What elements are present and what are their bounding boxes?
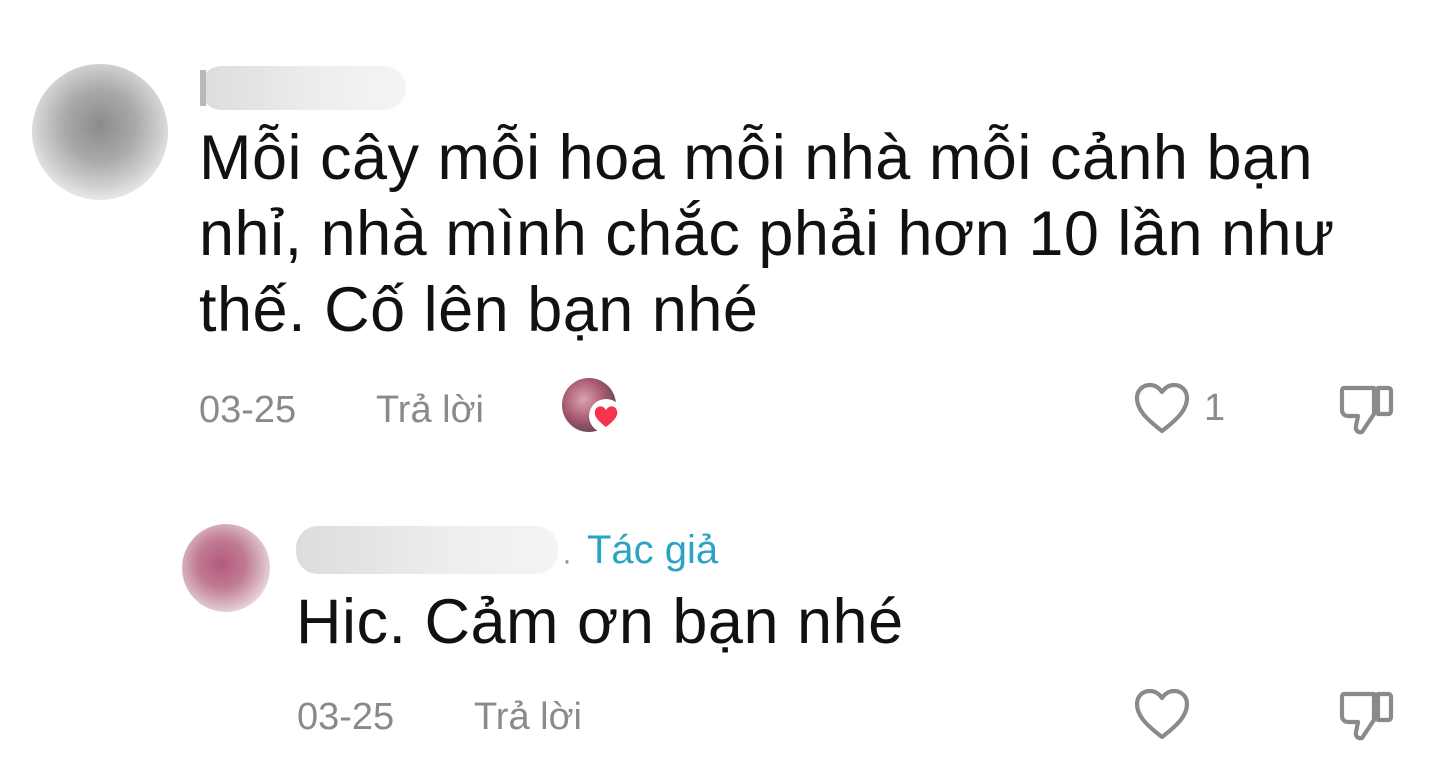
comment-date: 03-25	[199, 389, 297, 431]
comment-text: Hic. Cảm ơn bạn nhé	[296, 587, 904, 657]
thumbs-down-icon[interactable]	[1338, 380, 1394, 438]
blurred-username[interactable]	[296, 526, 558, 574]
comment-date: 03-25	[297, 696, 395, 738]
avatar[interactable]	[32, 64, 168, 200]
avatar[interactable]	[182, 524, 270, 612]
reply-button[interactable]: Trả lời	[474, 695, 582, 739]
blurred-username[interactable]	[200, 66, 406, 110]
heart-outline-icon[interactable]	[1133, 381, 1191, 435]
separator: ·	[562, 544, 572, 577]
comment-text: Mỗi cây mỗi hoa mỗi nhà mỗi cảnh bạn nhỉ…	[199, 123, 1335, 345]
author-badge: Tác giả	[587, 528, 719, 572]
author-liked-indicator	[562, 378, 623, 436]
comment-thread: Mỗi cây mỗi hoa mỗi nhà mỗi cảnh bạn nhỉ…	[0, 0, 1440, 779]
thumbs-down-icon[interactable]	[1338, 686, 1394, 744]
heart-filled-icon	[589, 399, 623, 433]
like-count: 1	[1204, 387, 1226, 429]
heart-outline-icon[interactable]	[1133, 687, 1191, 741]
reply-button[interactable]: Trả lời	[376, 388, 484, 432]
